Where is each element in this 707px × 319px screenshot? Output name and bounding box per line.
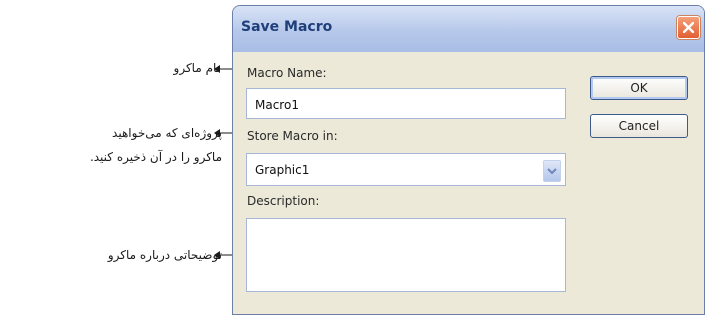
description-label: Description: <box>247 194 320 208</box>
ok-button[interactable]: OK <box>590 76 688 100</box>
macro-name-label: Macro Name: <box>247 66 327 80</box>
macro-name-input[interactable]: Macro1 <box>246 88 566 119</box>
annotation-description: توضیحاتی درباره ماکرو <box>107 248 222 262</box>
dialog-title: Save Macro <box>241 19 333 35</box>
cancel-button[interactable]: Cancel <box>590 114 688 138</box>
annotation-macro-name: نام ماکرو <box>173 61 220 75</box>
title-bar[interactable]: Save Macro <box>233 6 704 52</box>
dialog-client-area: Macro Name: Macro1 Store Macro in: Graph… <box>237 52 700 314</box>
description-textarea[interactable] <box>246 218 566 292</box>
store-macro-in-value: Graphic1 <box>255 163 310 177</box>
close-button[interactable] <box>677 16 700 39</box>
store-macro-in-label: Store Macro in: <box>247 129 338 143</box>
annotation-project-line2: ماکرو را در آن ذخیره کنید. <box>89 150 222 164</box>
dropdown-button[interactable] <box>543 160 561 182</box>
save-macro-dialog: Save Macro Macro Name: Macro1 Store Macr… <box>232 5 705 315</box>
store-macro-in-dropdown[interactable]: Graphic1 <box>246 153 566 186</box>
macro-name-value: Macro1 <box>255 98 299 112</box>
annotation-project-line1: پروژه‌ای که می‌خواهید <box>112 126 222 140</box>
chevron-down-icon <box>547 168 557 175</box>
close-x-icon <box>683 22 694 33</box>
